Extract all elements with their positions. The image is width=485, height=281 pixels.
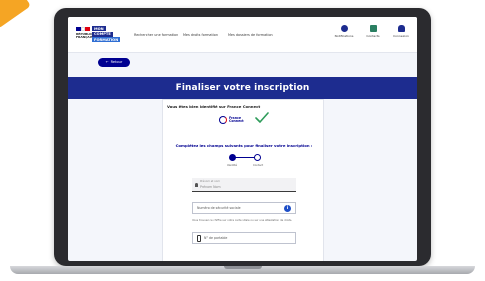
republic-line-2: FRANÇAISE: [76, 35, 96, 40]
step-1-dot: [229, 154, 236, 161]
bell-icon: [340, 25, 348, 32]
contacts-label: Contacts: [366, 34, 380, 38]
arrow-left-icon: ←: [105, 60, 109, 64]
step-2-dot: [254, 154, 261, 161]
franceconnect-identified-text: Vous êtes bien identifié sur France Conn…: [167, 104, 261, 109]
phone-icon: [197, 235, 201, 242]
step-2-label: Contact: [253, 164, 264, 167]
nav-training-files[interactable]: Mes dossiers de formation: [228, 33, 273, 37]
nav-search-training[interactable]: Rechercher une formation: [134, 33, 178, 37]
laptop-screen: RÉPUBLIQUE FRANÇAISE MON COMPTE FORMATIO…: [68, 17, 417, 261]
page-title: Finaliser votre inscription: [175, 83, 310, 93]
back-button[interactable]: ← Retour: [98, 58, 130, 67]
name-field: Prénom et nom Prénom Nom: [192, 178, 296, 192]
logo-line-1: MON: [92, 26, 106, 31]
contact-icon: [369, 25, 377, 32]
nav-training-rights[interactable]: Mes droits formation: [183, 33, 218, 37]
social-security-input[interactable]: Numéro de sécurité sociale i: [192, 202, 296, 214]
franceconnect-emblem-icon: [219, 116, 227, 124]
hero-banner: Finaliser votre inscription: [68, 77, 417, 99]
checkmark-icon: [255, 112, 269, 123]
corner-ribbon: [0, 0, 31, 29]
social-security-help-text: Vous trouvez ce chiffre sur votre carte …: [192, 219, 293, 222]
progress-stepper: [229, 153, 261, 163]
site-header: RÉPUBLIQUE FRANÇAISE MON COMPTE FORMATIO…: [68, 17, 417, 53]
login-button[interactable]: Connexion: [390, 25, 412, 38]
complete-fields-instruction: Complétez les champs suivants pour final…: [175, 143, 313, 148]
notifications-button[interactable]: Notifications: [333, 25, 355, 38]
fc-logo-line-2: Connect: [229, 119, 244, 124]
user-icon: [397, 25, 405, 32]
back-button-label: Retour: [110, 60, 123, 64]
name-field-value: Prénom Nom: [200, 185, 221, 189]
registration-card: Vous êtes bien identifié sur France Conn…: [162, 99, 324, 261]
franceconnect-logo: France Connect: [219, 114, 253, 126]
mobile-phone-input[interactable]: N° de portable: [192, 232, 296, 244]
mon-compte-formation-logo[interactable]: MON COMPTE FORMATION: [92, 26, 125, 45]
notifications-label: Notifications: [334, 34, 354, 38]
info-icon[interactable]: i: [284, 205, 291, 212]
mobile-phone-placeholder: N° de portable: [204, 236, 228, 240]
step-1-label: Identité: [227, 164, 238, 167]
logo-line-3: FORMATION: [92, 37, 121, 43]
laptop-base: [10, 266, 475, 274]
logo-line-2: COMPTE: [92, 31, 113, 37]
person-icon: [195, 183, 198, 187]
social-security-placeholder: Numéro de sécurité sociale: [197, 206, 241, 210]
name-field-label: Prénom et nom: [200, 180, 220, 183]
laptop-notch: [224, 266, 262, 269]
login-label: Connexion: [393, 34, 409, 38]
contacts-button[interactable]: Contacts: [362, 25, 384, 38]
republique-francaise-logo: RÉPUBLIQUE FRANÇAISE: [76, 27, 97, 43]
